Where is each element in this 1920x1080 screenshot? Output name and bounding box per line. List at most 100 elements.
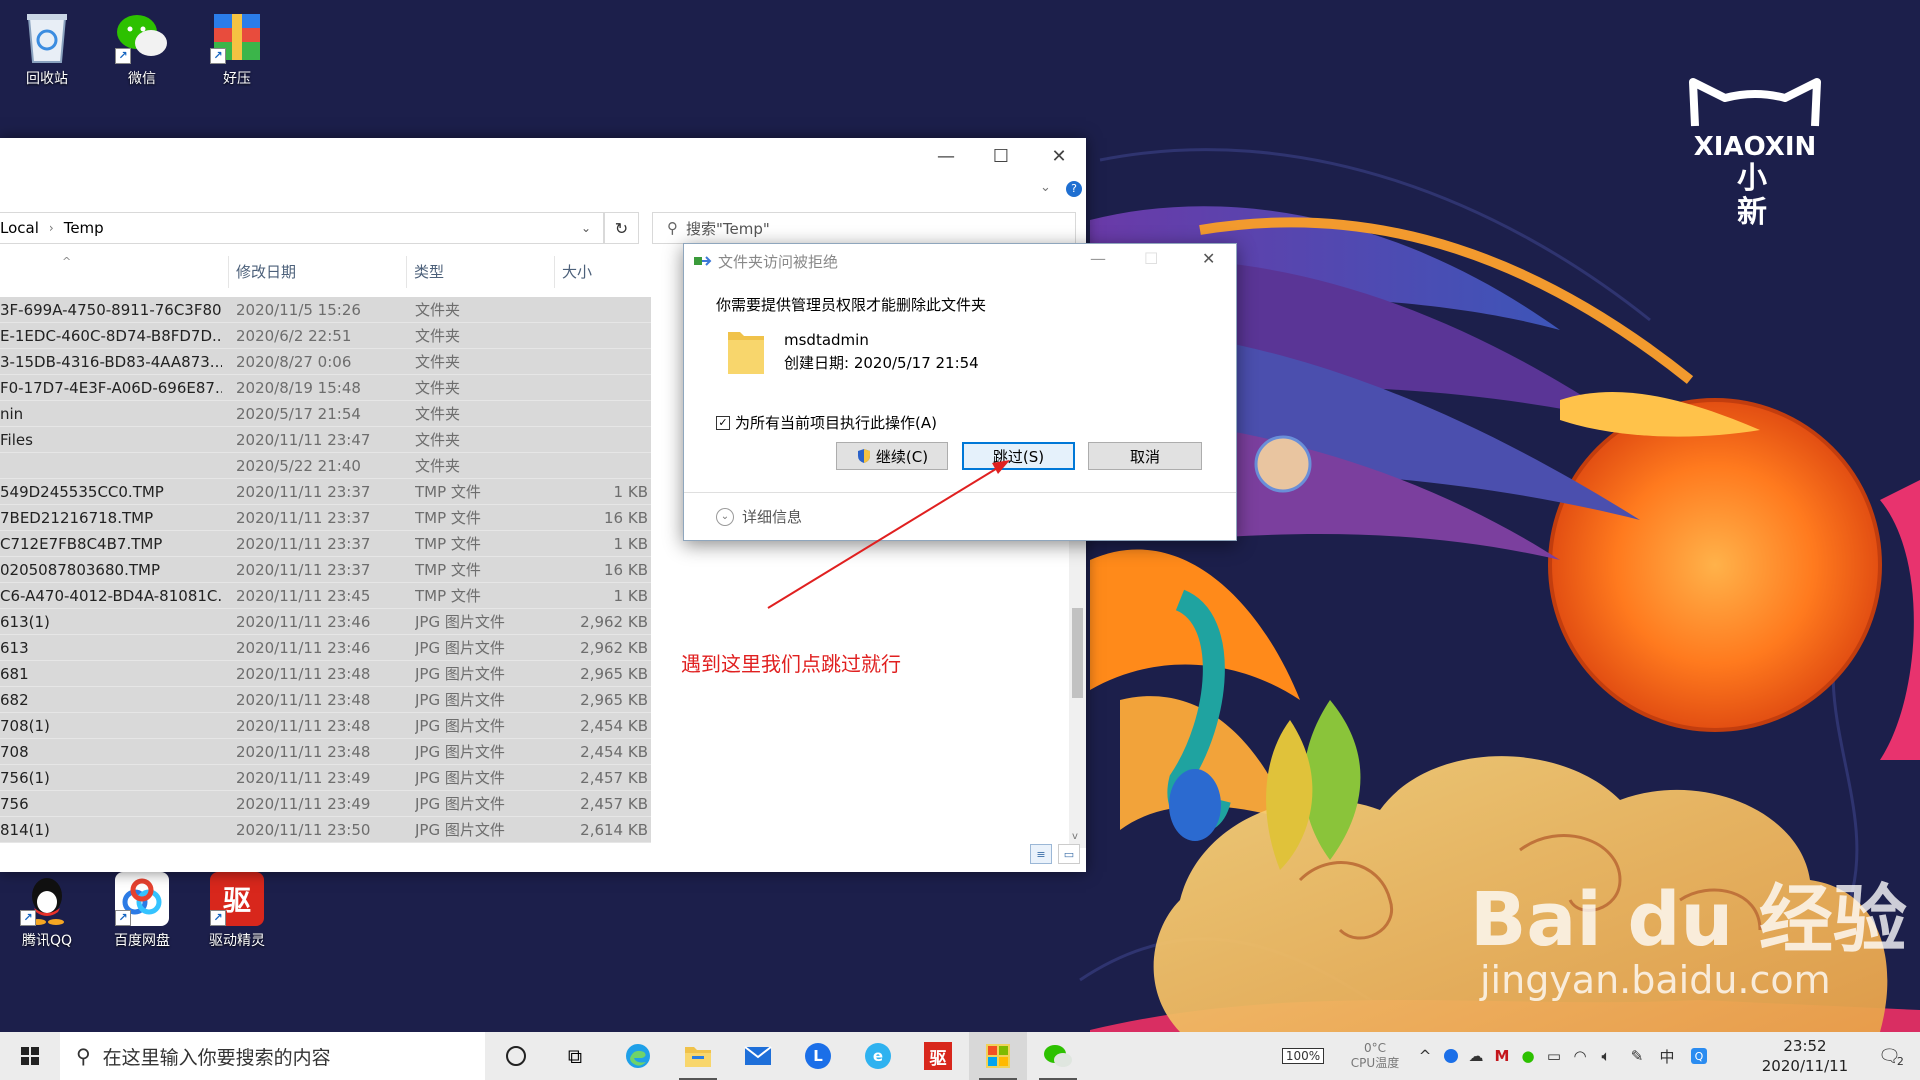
desktop-icon-qq[interactable]: ↗ 腾讯QQ bbox=[4, 872, 90, 950]
taskbar-file-explorer[interactable] bbox=[669, 1032, 727, 1080]
table-row[interactable]: C712E7FB8C4B7.TMP 2020/11/11 23:37 TMP 文件 1… bbox=[0, 531, 651, 557]
skip-button[interactable]: 跳过(S) bbox=[962, 442, 1075, 470]
help-icon[interactable]: ? bbox=[1066, 181, 1082, 197]
address-bar[interactable]: Local › Temp ⌄ bbox=[0, 212, 604, 244]
breadcrumb-local[interactable]: Local bbox=[0, 219, 39, 237]
file-type: JPG 图片文件 bbox=[415, 613, 505, 631]
column-header-type[interactable]: 类型 bbox=[407, 256, 555, 288]
taskbar-app-l[interactable]: L bbox=[789, 1032, 847, 1080]
system-clock[interactable]: 23:52 2020/11/11 bbox=[1752, 1036, 1858, 1076]
desktop-icon-baidu-netdisk[interactable]: ↗ 百度网盘 bbox=[99, 872, 185, 950]
table-row[interactable]: 814(1) 2020/11/11 23:50 JPG 图片文件 2,614 KB bbox=[0, 817, 651, 843]
cancel-button[interactable]: 取消 bbox=[1088, 442, 1202, 470]
tray-power-icon[interactable]: ▭ bbox=[1542, 1032, 1566, 1080]
tray-qq-icon[interactable]: Q bbox=[1686, 1032, 1712, 1080]
table-row[interactable]: Files 2020/11/11 23:47 文件夹 bbox=[0, 427, 651, 453]
table-row[interactable]: 681 2020/11/11 23:48 JPG 图片文件 2,965 KB bbox=[0, 661, 651, 687]
table-row[interactable]: 682 2020/11/11 23:48 JPG 图片文件 2,965 KB bbox=[0, 687, 651, 713]
scroll-down-icon[interactable]: v bbox=[1072, 831, 1078, 842]
file-name: 7BED21216718.TMP bbox=[0, 509, 154, 527]
dialog-close-button[interactable]: ✕ bbox=[1202, 249, 1215, 268]
brand-line2: 小新 bbox=[1737, 161, 1803, 230]
more-details-toggle[interactable]: ⌄ 详细信息 bbox=[716, 506, 802, 527]
scrollbar-thumb[interactable] bbox=[1072, 608, 1083, 698]
column-header-size[interactable]: 大小 bbox=[555, 256, 651, 288]
table-row[interactable]: E-1EDC-460C-8D74-B8FD7D... 2020/6/2 22:51… bbox=[0, 323, 651, 349]
task-view-button[interactable]: ⧉ bbox=[546, 1032, 604, 1080]
taskbar-wechat[interactable] bbox=[1029, 1032, 1087, 1080]
minimize-button[interactable]: — bbox=[917, 138, 975, 174]
taskbar-mail[interactable] bbox=[729, 1032, 787, 1080]
tray-cloud-icon[interactable]: ☁ bbox=[1464, 1032, 1488, 1080]
checkbox-checkmark-icon[interactable]: ✓ bbox=[716, 415, 730, 430]
table-row[interactable]: 756 2020/11/11 23:49 JPG 图片文件 2,457 KB bbox=[0, 791, 651, 817]
file-type: 文件夹 bbox=[415, 405, 461, 423]
address-dropdown-icon[interactable]: ⌄ bbox=[581, 221, 591, 235]
tray-mcafee-icon[interactable]: M bbox=[1490, 1032, 1514, 1080]
refresh-icon: ↻ bbox=[614, 218, 629, 238]
table-row[interactable]: 7BED21216718.TMP 2020/11/11 23:37 TMP 文件 16… bbox=[0, 505, 651, 531]
taskbar-driver-genius[interactable]: 驱 bbox=[909, 1032, 967, 1080]
large-icons-view-button[interactable]: ▭ bbox=[1058, 844, 1080, 864]
file-type: 文件夹 bbox=[415, 301, 461, 319]
tray-expand-icon[interactable]: ^ bbox=[1414, 1032, 1436, 1080]
table-row[interactable]: 756(1) 2020/11/11 23:49 JPG 图片文件 2,457 KB bbox=[0, 765, 651, 791]
maximize-button[interactable]: ☐ bbox=[972, 138, 1030, 174]
table-row[interactable]: F0-17D7-4E3F-A06D-696E87... 2020/8/19 15:… bbox=[0, 375, 651, 401]
tray-network-icon[interactable]: ◠ bbox=[1568, 1032, 1592, 1080]
file-name: 756(1) bbox=[0, 769, 50, 787]
refresh-button[interactable]: ↻ bbox=[604, 212, 639, 244]
table-row[interactable]: nin 2020/5/17 21:54 文件夹 bbox=[0, 401, 651, 427]
driver-genius-icon: 驱 ↗ bbox=[210, 872, 264, 926]
table-row[interactable]: 549D245535CC0.TMP 2020/11/11 23:37 TMP 文件 1… bbox=[0, 479, 651, 505]
file-size: 1 KB bbox=[613, 483, 648, 501]
table-row[interactable]: 613(1) 2020/11/11 23:46 JPG 图片文件 2,962 KB bbox=[0, 609, 651, 635]
tray-lenovo-icon[interactable] bbox=[1440, 1032, 1462, 1080]
table-row[interactable]: 0205087803680.TMP 2020/11/11 23:37 TMP 文件 1… bbox=[0, 557, 651, 583]
table-row[interactable]: C6-A470-4012-BD4A-81081C... 2020/11/11 23… bbox=[0, 583, 651, 609]
desktop-icon-haozip[interactable]: ↗ 好压 bbox=[194, 10, 280, 88]
cpu-temp-widget[interactable]: 0°C CPU温度 bbox=[1340, 1032, 1410, 1080]
table-row[interactable]: 3-15DB-4316-BD83-4AA873... 2020/8/27 0:06… bbox=[0, 349, 651, 375]
close-button[interactable]: ✕ bbox=[1030, 138, 1086, 174]
tray-pen-icon[interactable]: ✎ bbox=[1624, 1032, 1650, 1080]
table-row[interactable]: 3F-699A-4750-8911-76C3F80... 2020/11/5 15… bbox=[0, 297, 651, 323]
details-view-button[interactable]: ≡ bbox=[1030, 844, 1052, 864]
taskbar-edge[interactable] bbox=[609, 1032, 667, 1080]
table-row[interactable]: 2020/5/22 21:40 文件夹 bbox=[0, 453, 651, 479]
table-row[interactable]: 613 2020/11/11 23:46 JPG 图片文件 2,962 KB bbox=[0, 635, 651, 661]
continue-button[interactable]: 继续(C) bbox=[836, 442, 948, 470]
battery-indicator[interactable]: 100% bbox=[1272, 1032, 1334, 1080]
table-row[interactable]: 708(1) 2020/11/11 23:48 JPG 图片文件 2,454 KB bbox=[0, 713, 651, 739]
taskbar: ⚲ 在这里输入你要搜索的内容 ⧉ L e 驱 100% 0°C CPU温度 ^ … bbox=[0, 1032, 1920, 1080]
desktop-icon-recycle-bin[interactable]: 回收站 bbox=[4, 10, 90, 88]
search-box[interactable]: ⚲ 搜索"Temp" bbox=[652, 212, 1076, 244]
edge-icon bbox=[626, 1044, 650, 1068]
xiaoxin-logo: XIAOXIN 小新 bbox=[1680, 76, 1830, 230]
taskbar-windows-app[interactable] bbox=[969, 1032, 1027, 1080]
taskbar-search-box[interactable]: ⚲ 在这里输入你要搜索的内容 bbox=[60, 1032, 485, 1080]
expand-ribbon-icon[interactable]: ⌄ bbox=[1040, 180, 1051, 195]
file-date: 2020/11/11 23:48 bbox=[236, 717, 371, 735]
column-header-date[interactable]: 修改日期 bbox=[229, 256, 407, 288]
dialog-minimize-button[interactable]: — bbox=[1090, 249, 1106, 268]
cortana-button[interactable] bbox=[487, 1032, 545, 1080]
taskbar-ie[interactable]: e bbox=[849, 1032, 907, 1080]
tray-ime-icon[interactable]: 中 bbox=[1654, 1032, 1680, 1080]
apply-to-all-checkbox[interactable]: ✓ 为所有当前项目执行此操作(A) bbox=[716, 412, 937, 433]
breadcrumb-temp[interactable]: Temp bbox=[64, 219, 104, 237]
tray-wechat-icon[interactable]: ● bbox=[1516, 1032, 1540, 1080]
file-type: JPG 图片文件 bbox=[415, 769, 505, 787]
file-date: 2020/5/17 21:54 bbox=[236, 405, 361, 423]
dialog-title: 文件夹访问被拒绝 bbox=[718, 253, 839, 271]
table-row[interactable]: 708 2020/11/11 23:48 JPG 图片文件 2,454 KB bbox=[0, 739, 651, 765]
file-name: 613 bbox=[0, 639, 29, 657]
taskbar-search-placeholder: 在这里输入你要搜索的内容 bbox=[102, 1046, 331, 1069]
file-name: C712E7FB8C4B7.TMP bbox=[0, 535, 163, 553]
column-header-name[interactable]: ^ bbox=[0, 255, 229, 288]
desktop-icon-driver-genius[interactable]: 驱 ↗ 驱动精灵 bbox=[194, 872, 280, 950]
start-button[interactable] bbox=[0, 1032, 60, 1080]
tray-volume-icon[interactable]: 🔈︎ bbox=[1594, 1032, 1618, 1080]
notification-center-button[interactable]: 🗨︎ 2 bbox=[1866, 1032, 1916, 1080]
desktop-icon-wechat[interactable]: ↗ 微信 bbox=[99, 10, 185, 88]
